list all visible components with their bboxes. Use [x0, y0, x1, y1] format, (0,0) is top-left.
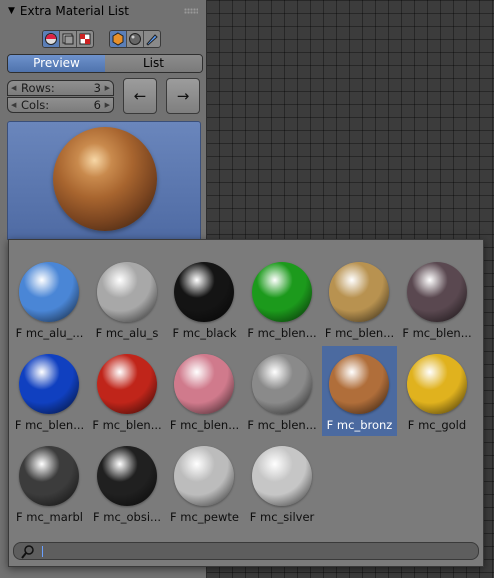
material-item[interactable]: F mc_blen... — [245, 254, 320, 344]
arrow-left-icon: ← — [133, 87, 147, 105]
checker-icon[interactable] — [77, 31, 93, 47]
cols-value: 6 — [93, 98, 101, 112]
material-item[interactable]: F mc_alu_... — [12, 254, 87, 344]
material-item[interactable]: F mc_blen... — [245, 346, 320, 436]
material-preview[interactable] — [7, 121, 201, 240]
material-item[interactable]: F mc_bronz — [322, 346, 397, 436]
preview-type-group — [42, 30, 94, 48]
panel-title: Extra Material List — [19, 4, 129, 18]
cube-icon[interactable] — [110, 31, 127, 47]
material-thumbnail — [174, 446, 234, 506]
material-label: F mc_blen... — [92, 418, 162, 432]
cols-label: Cols: — [21, 98, 50, 112]
material-item[interactable]: F mc_silver — [245, 438, 320, 528]
drag-grip-icon[interactable] — [184, 8, 198, 14]
material-item[interactable]: F mc_blen... — [90, 346, 165, 436]
material-thumbnail — [174, 262, 234, 322]
material-thumbnail — [19, 446, 79, 506]
rows-value: 3 — [93, 81, 101, 95]
material-thumbnail — [251, 446, 312, 506]
rows-field[interactable]: ◀ Rows: 3 ▶ — [7, 80, 114, 96]
material-label: F mc_pewte — [170, 510, 239, 524]
material-thumbnail — [174, 354, 234, 414]
sphere-icon[interactable] — [127, 31, 144, 47]
increment-arrow-icon[interactable]: ▶ — [105, 101, 110, 109]
material-picker-popup: F mc_alu_... F mc_alu_s F mc_black F mc_ble… — [8, 239, 484, 567]
decrement-arrow-icon[interactable]: ◀ — [11, 84, 16, 92]
view-mode-tabs: Preview List — [7, 54, 203, 73]
tab-list[interactable]: List — [105, 55, 202, 72]
material-thumbnail — [406, 262, 467, 322]
material-label: F mc_blen... — [402, 326, 472, 340]
material-thumbnail — [19, 262, 79, 322]
material-item[interactable]: F mc_obsi... — [90, 438, 165, 528]
material-item[interactable]: F mc_blen... — [167, 346, 242, 436]
collapse-triangle-icon[interactable]: ▼ — [8, 6, 15, 16]
material-label: F mc_blen... — [14, 418, 85, 432]
texture-icon[interactable] — [60, 31, 77, 47]
preview-shape-group — [109, 30, 161, 48]
panel-header[interactable]: ▼ Extra Material List — [8, 4, 129, 18]
material-item[interactable]: F mc_black — [167, 254, 242, 344]
material-item[interactable]: F mc_blen... — [12, 346, 87, 436]
increment-arrow-icon[interactable]: ▶ — [105, 84, 110, 92]
material-item[interactable]: F mc_pewte — [167, 438, 242, 528]
previous-button[interactable]: ← — [123, 78, 157, 114]
material-item[interactable]: F mc_blen... — [400, 254, 475, 344]
rows-label: Rows: — [21, 81, 55, 95]
material-label: F mc_marbl — [15, 510, 84, 524]
tab-preview[interactable]: Preview — [8, 55, 105, 72]
material-label: F mc_silver — [249, 510, 315, 524]
material-label: F mc_obsi... — [92, 510, 162, 524]
material-label: F mc_blen... — [247, 418, 317, 432]
material-label: F mc_blen... — [169, 418, 240, 432]
material-thumbnail — [96, 354, 157, 414]
arrow-right-icon: → — [176, 87, 190, 105]
material-label: F mc_bronz — [326, 418, 393, 432]
material-label: F mc_blen... — [247, 326, 317, 340]
material-thumbnail — [19, 354, 79, 414]
material-thumbnail — [251, 354, 312, 414]
material-thumbnail — [329, 262, 389, 322]
material-thumbnail — [251, 262, 312, 322]
material-sphere-icon[interactable] — [43, 31, 60, 47]
material-thumbnail — [96, 446, 157, 506]
material-thumbnail — [406, 354, 467, 414]
material-label: F mc_gold — [407, 418, 467, 432]
material-label: F mc_blen... — [324, 326, 395, 340]
search-icon — [21, 545, 34, 559]
text-caret — [42, 546, 43, 557]
material-label: F mc_black — [172, 326, 237, 340]
preview-sphere-image — [53, 127, 157, 231]
brush-icon[interactable] — [144, 31, 160, 47]
material-item[interactable]: F mc_marbl — [12, 438, 87, 528]
search-field[interactable] — [13, 542, 479, 560]
material-item[interactable]: F mc_alu_s — [90, 254, 165, 344]
cols-field[interactable]: ◀ Cols: 6 ▶ — [7, 97, 114, 113]
material-label: F mc_alu_... — [15, 326, 84, 340]
material-item[interactable]: F mc_blen... — [322, 254, 397, 344]
next-button[interactable]: → — [166, 78, 200, 114]
material-item[interactable]: F mc_gold — [400, 346, 475, 436]
material-thumbnail — [329, 354, 389, 414]
decrement-arrow-icon[interactable]: ◀ — [11, 101, 16, 109]
material-thumbnail — [96, 262, 157, 322]
material-label: F mc_alu_s — [95, 326, 159, 340]
